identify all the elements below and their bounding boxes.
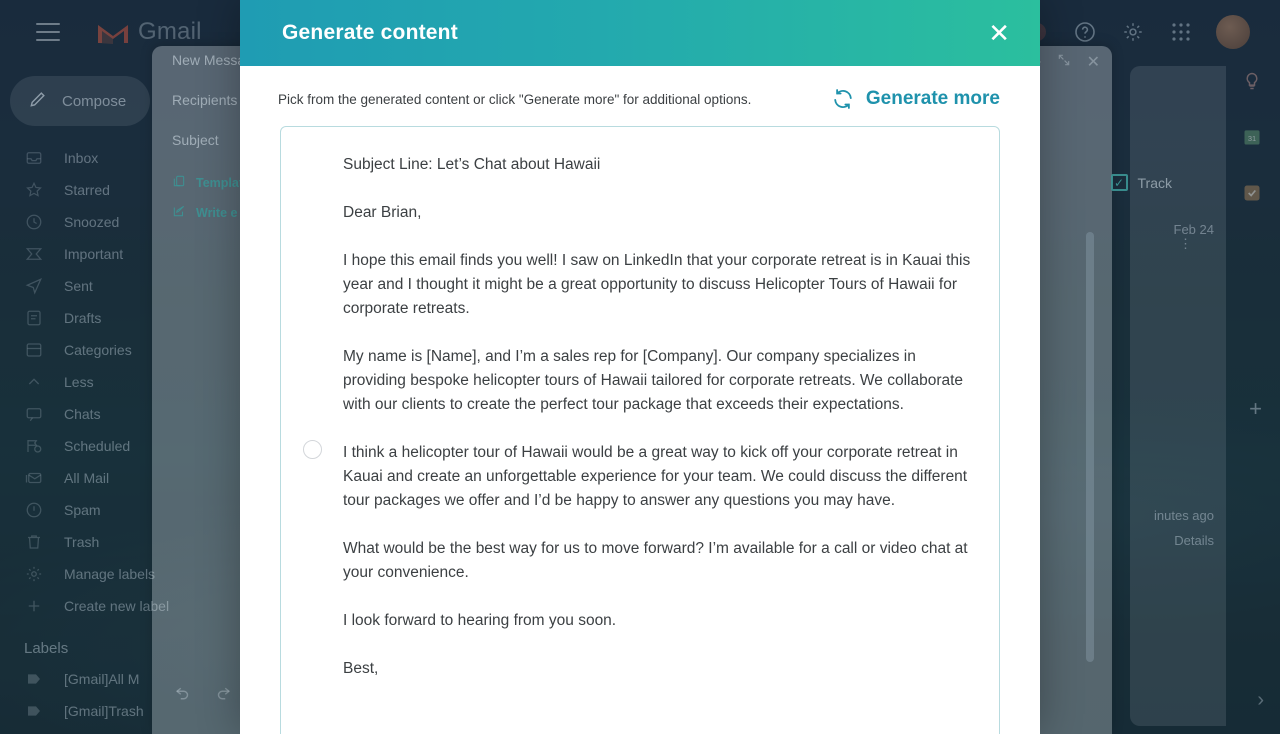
reading-pane: ⋮ Feb 24 inutes ago Details [1130, 66, 1226, 726]
send-icon [24, 276, 44, 296]
modal-title: Generate content [282, 21, 458, 44]
write-email-icon [172, 204, 186, 221]
all-mail-icon [24, 468, 44, 488]
subject-field[interactable]: Subject [172, 132, 219, 148]
generated-paragraph: I hope this email finds you well! I saw … [343, 252, 971, 317]
track-label: Track [1137, 174, 1172, 191]
plus-icon [24, 596, 44, 616]
pencil-icon [28, 89, 48, 114]
compose-window-title: New Messa [172, 52, 246, 68]
generated-paragraph: What would be the best way for us to mov… [343, 540, 968, 581]
draft-icon [24, 308, 44, 328]
svg-text:31: 31 [1248, 134, 1256, 143]
sidebar-item-label: All Mail [64, 470, 110, 486]
close-icon[interactable]: ✕ [1087, 52, 1100, 72]
expand-rail-icon[interactable]: › [1257, 689, 1264, 712]
sidebar-item-label: Trash [64, 534, 100, 550]
track-checkbox-row[interactable]: ✓ Track [1110, 174, 1172, 191]
refresh-icon [832, 88, 854, 110]
message-date: Feb 24 [1173, 222, 1214, 237]
generate-more-button[interactable]: Generate more [832, 88, 1000, 110]
expand-icon[interactable] [1057, 53, 1071, 72]
sidebar-item-label: Scheduled [64, 438, 131, 454]
compose-scrollbar[interactable] [1086, 232, 1094, 662]
modal-subbar: Pick from the generated content or click… [240, 66, 1040, 126]
workspace-side-rail: 31 [1232, 70, 1272, 204]
gmail-wordmark: Gmail [138, 18, 202, 45]
categories-icon [24, 340, 44, 360]
avatar[interactable] [1216, 15, 1250, 49]
generated-content-radio[interactable] [303, 440, 322, 459]
templates-link-label: Templat [196, 175, 243, 190]
tasks-icon[interactable] [1241, 182, 1263, 204]
sidebar-item-label: Drafts [64, 310, 102, 326]
close-icon[interactable]: ✕ [982, 16, 1016, 50]
apps-grid-icon[interactable] [1168, 19, 1194, 45]
sidebar-item-label: Important [64, 246, 124, 262]
sidebar-item-label: Less [64, 374, 94, 390]
gmail-logo-icon [96, 19, 130, 45]
generated-paragraph: I look forward to hearing from you soon. [343, 612, 617, 629]
generated-paragraph: Dear Brian, [343, 204, 422, 221]
spam-icon [24, 500, 44, 520]
settings-icon[interactable] [1120, 19, 1146, 45]
sidebar-item-label: Inbox [64, 150, 99, 166]
inbox-icon [24, 148, 44, 168]
star-icon [24, 180, 44, 200]
sidebar-item-label: Snoozed [64, 214, 120, 230]
important-icon [24, 244, 44, 264]
gmail-logo: Gmail [96, 18, 202, 46]
generate-more-label: Generate more [865, 88, 1000, 109]
sidebar-item-label: Spam [64, 502, 101, 518]
generated-paragraph: Subject Line: Let’s Chat about Hawaii [343, 156, 601, 173]
generate-content-modal: Generate content ✕ Pick from the generat… [240, 0, 1040, 734]
help-icon[interactable] [1072, 19, 1098, 45]
modal-header: Generate content ✕ [240, 0, 1040, 66]
sidebar-item-label: Sent [64, 278, 93, 294]
calendar-icon[interactable]: 31 [1241, 126, 1263, 148]
gear-icon [24, 564, 44, 584]
gmail-topbar-actions [1024, 15, 1264, 49]
chevron-up-icon [24, 372, 44, 392]
more-vertical-icon[interactable]: ⋮ [1179, 236, 1192, 252]
write-email-link[interactable]: Write e [172, 204, 237, 221]
sidebar-item-label: Starred [64, 182, 110, 198]
redo-icon[interactable] [214, 683, 232, 706]
details-link[interactable]: Details [1174, 533, 1214, 548]
compose-window-controls: – ✕ [1032, 52, 1100, 72]
chat-icon [24, 404, 44, 424]
generated-content-scroll: Subject Line: Let’s Chat about Hawaii De… [240, 126, 1040, 734]
undo-icon[interactable] [174, 683, 192, 706]
generated-paragraph: My name is [Name], and I’m a sales rep f… [343, 348, 964, 413]
label-icon [24, 669, 44, 689]
scheduled-icon [24, 436, 44, 456]
label-icon [24, 701, 44, 721]
sidebar-item-label: Manage labels [64, 566, 156, 582]
generated-paragraph: I think a helicopter tour of Hawaii woul… [343, 444, 968, 509]
add-app-icon[interactable]: + [1249, 396, 1262, 422]
hamburger-menu-icon[interactable] [36, 23, 60, 41]
templates-link[interactable]: Templat [172, 174, 243, 191]
generated-content-option[interactable]: Subject Line: Let’s Chat about Hawaii De… [280, 126, 1000, 734]
sidebar-item-label: [Gmail]Trash [64, 703, 144, 719]
compose-footer-actions [174, 683, 232, 706]
message-time-ago: inutes ago [1154, 508, 1214, 523]
recipients-field[interactable]: Recipients [172, 92, 237, 108]
clock-icon [24, 212, 44, 232]
sidebar-item-label: Chats [64, 406, 101, 422]
compose-button[interactable]: Compose [10, 76, 150, 126]
templates-icon [172, 174, 186, 191]
generated-paragraph: Best, [343, 660, 379, 677]
modal-hint-text: Pick from the generated content or click… [278, 91, 752, 107]
sidebar-item-label: [Gmail]All M [64, 671, 140, 687]
keep-icon[interactable] [1241, 70, 1263, 92]
sidebar-item-label: Categories [64, 342, 132, 358]
track-checkbox[interactable]: ✓ [1110, 174, 1128, 191]
compose-button-label: Compose [62, 92, 127, 110]
trash-icon [24, 532, 44, 552]
write-email-link-label: Write e [196, 205, 238, 220]
